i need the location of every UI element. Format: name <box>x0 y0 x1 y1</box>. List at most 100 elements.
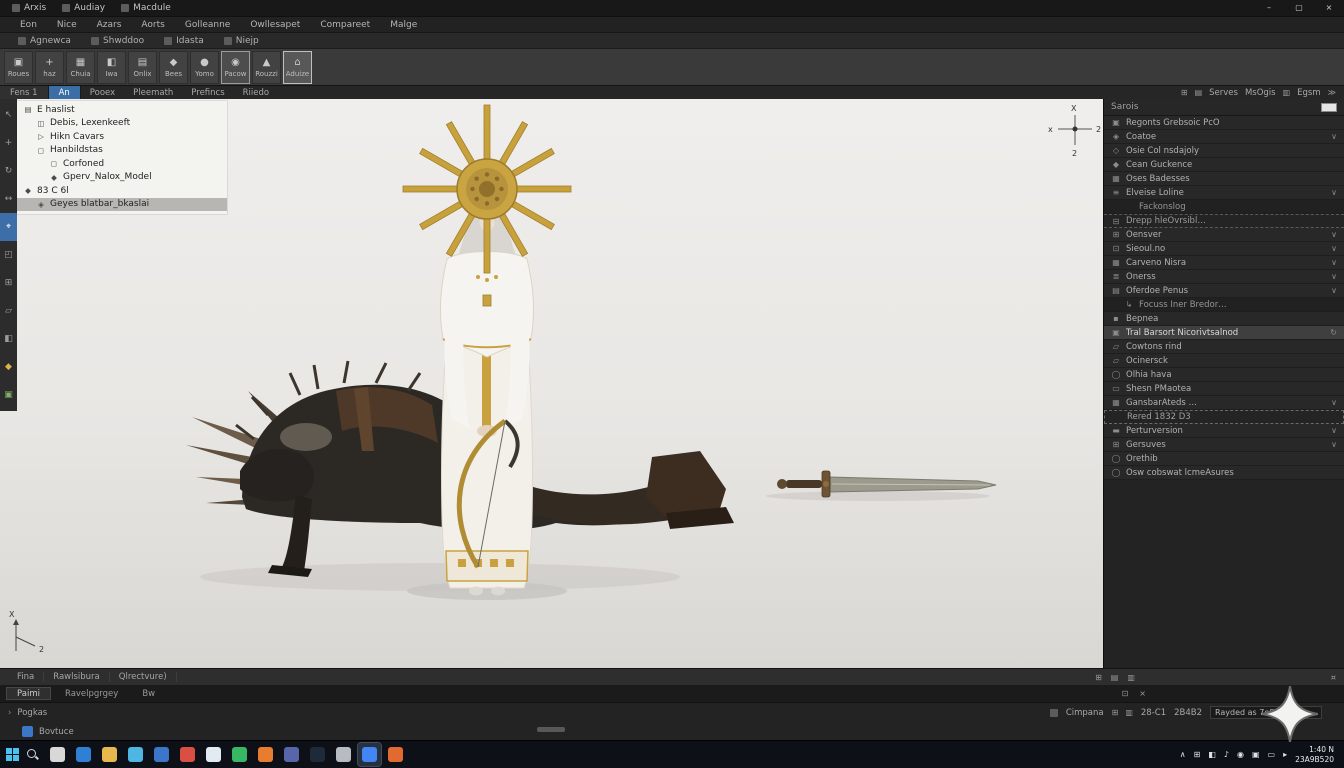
window-control-button[interactable]: × <box>1314 0 1344 16</box>
status-icon[interactable]: ⊞ <box>1095 673 1102 682</box>
viewport-header-control[interactable]: ⊞ <box>1181 88 1188 98</box>
taskbar-app-button[interactable] <box>306 743 329 766</box>
bottom-panel-icon[interactable]: ▥ <box>1125 708 1133 717</box>
menu-item[interactable]: Azars <box>87 20 132 30</box>
toolbar-button[interactable]: ● Yomo <box>190 51 219 84</box>
menu-item[interactable]: Nice <box>47 20 87 30</box>
menu-item[interactable]: Owllesapet <box>240 20 310 30</box>
inspector-row[interactable]: ▬ Perturversion ∨ <box>1104 424 1344 438</box>
tool-button[interactable]: ⌖ <box>0 213 17 241</box>
inspector-row[interactable]: ▦ Carveno Nisra ∨ <box>1104 256 1344 270</box>
tray-icon[interactable]: ▣ <box>1252 750 1260 759</box>
outliner-item[interactable]: ▷ Hikn Cavars <box>17 130 227 144</box>
bottom-panel-input[interactable] <box>1210 706 1322 719</box>
menu-item[interactable]: Idasta <box>154 36 214 46</box>
taskbar-app-button[interactable] <box>384 743 407 766</box>
tool-button[interactable]: ◧ <box>0 325 17 353</box>
chevron-down-icon[interactable]: ∨ <box>1331 132 1337 141</box>
viewport-header-control[interactable]: MsOgis <box>1245 88 1276 98</box>
titlebar-menu-item[interactable]: Audiay <box>54 0 113 16</box>
titlebar-menu-item[interactable]: Arxis <box>4 0 54 16</box>
viewport-tab[interactable]: Fens 1 <box>0 86 49 99</box>
tray-icon[interactable]: ▸ <box>1283 750 1287 759</box>
compare-label[interactable]: Cimpana <box>1066 708 1104 718</box>
toolbar-button[interactable]: ◧ Iwa <box>97 51 126 84</box>
inspector-row[interactable]: ▱ Ocinersck <box>1104 354 1344 368</box>
status-icon[interactable]: ▥ <box>1127 673 1135 682</box>
chevron-down-icon[interactable]: ∨ <box>1331 230 1337 239</box>
tool-button[interactable]: ◆ <box>0 353 17 381</box>
inspector-row[interactable]: ▣ Tral Barsort Nicorivtsalnod ↻ <box>1104 326 1344 340</box>
menu-item[interactable]: Malge <box>380 20 427 30</box>
chevron-down-icon[interactable]: ∨ <box>1331 398 1337 407</box>
outliner-item[interactable]: ◫ Debis, Lexenkeeft <box>17 117 227 131</box>
tray-icon[interactable]: ∧ <box>1180 750 1186 759</box>
inspector-row[interactable]: ▦ GansbarAteds … ∨ <box>1104 396 1344 410</box>
toolbar-button[interactable]: ▤ Onlix <box>128 51 157 84</box>
viewport-tab[interactable]: An <box>49 86 81 99</box>
chevron-down-icon[interactable]: ∨ <box>1331 440 1337 449</box>
inspector-row[interactable]: ≡ Elveise Loline ∨ <box>1104 186 1344 200</box>
toolbar-button[interactable]: ▲ Rouzzi <box>252 51 281 84</box>
chevron-down-icon[interactable]: ↻ <box>1330 328 1337 337</box>
chevron-down-icon[interactable]: ∨ <box>1331 258 1337 267</box>
tray-icon[interactable]: ◧ <box>1208 750 1216 759</box>
menu-item[interactable]: Golleanne <box>175 20 240 30</box>
sun-halo[interactable] <box>403 105 571 273</box>
taskbar-app-button[interactable] <box>150 743 173 766</box>
inspector-row[interactable]: ▣ Regonts Grebsoic PcO <box>1104 116 1344 130</box>
inspector-row[interactable]: ▦ Oses Badesses <box>1104 172 1344 186</box>
inspector-row[interactable]: ◈ Coatoe ∨ <box>1104 130 1344 144</box>
tool-button[interactable]: ▱ <box>0 297 17 325</box>
taskbar-app-button[interactable] <box>228 743 251 766</box>
horizontal-scrollbar[interactable] <box>537 727 565 732</box>
inspector-row[interactable]: ⊞ Gersuves ∨ <box>1104 438 1344 452</box>
menu-item[interactable]: Agnewca <box>8 36 81 46</box>
tray-icon[interactable]: ♪ <box>1224 750 1229 759</box>
tab-row-icon[interactable]: ⊡ <box>1122 689 1129 698</box>
inspector-row[interactable]: ◯ Olhia hava <box>1104 368 1344 382</box>
inspector-row[interactable]: ⊟ Drepp hleOvrsibl… <box>1104 214 1344 228</box>
tool-button[interactable]: ▣ <box>0 381 17 409</box>
outliner-item[interactable]: ◆ Gperv_Nalox_Model <box>17 171 227 185</box>
viewport-menu-item[interactable]: Prefincs <box>182 88 233 98</box>
inspector-search-input[interactable] <box>1321 103 1337 112</box>
status-far-icon[interactable]: ¤ <box>1331 673 1336 682</box>
axis-gizmo-top-right[interactable]: X x 2 2 <box>1048 104 1101 158</box>
asset-item-label[interactable]: Bovtuce <box>39 727 74 737</box>
inspector-row[interactable]: ↳ Focuss Iner Bredor… <box>1104 298 1344 312</box>
viewport-header-control[interactable]: Serves <box>1209 88 1238 98</box>
status-item[interactable]: Qlrectvure) <box>110 672 177 682</box>
outliner-item[interactable]: ◈ Geyes blatbar_bkaslai <box>17 198 227 212</box>
toolbar-button[interactable]: ◆ Bees <box>159 51 188 84</box>
inspector-row[interactable]: ≣ Onerss ∨ <box>1104 270 1344 284</box>
inspector-row[interactable]: ⊞ Oensver ∨ <box>1104 228 1344 242</box>
inspector-row[interactable]: ◆ Cean Guckence <box>1104 158 1344 172</box>
menu-item[interactable]: Eon <box>10 20 47 30</box>
status-item[interactable]: Rawlsibura <box>44 672 110 682</box>
bottom-panel-icon[interactable]: ⊞ <box>1112 708 1119 717</box>
bottom-tab[interactable]: Bw <box>132 687 165 700</box>
chevron-right-icon[interactable]: › <box>8 708 11 718</box>
inspector-row[interactable]: ▪ Bepnea <box>1104 312 1344 326</box>
outliner-item[interactable]: ◻ Corfoned <box>17 157 227 171</box>
taskbar-app-button[interactable] <box>280 743 303 766</box>
toolbar-button[interactable]: ⌂ Aduize <box>283 51 312 84</box>
status-icon[interactable]: ▤ <box>1111 673 1119 682</box>
tool-button[interactable]: ◰ <box>0 241 17 269</box>
search-icon[interactable] <box>26 748 39 761</box>
bottom-tab[interactable]: Ravelpgrgey <box>55 687 128 700</box>
inspector-row[interactable]: ▱ Cowtons rind <box>1104 340 1344 354</box>
inspector-row[interactable]: ◯ Osw cobswat lcmeAsures <box>1104 466 1344 480</box>
viewport-menu-item[interactable]: Riiedo <box>234 88 278 98</box>
chevron-down-icon[interactable]: ∨ <box>1331 426 1337 435</box>
outliner-item[interactable]: ◆ 83 C 6l <box>17 184 227 198</box>
chevron-down-icon[interactable]: ∨ <box>1331 286 1337 295</box>
chevron-down-icon[interactable]: ∨ <box>1331 188 1337 197</box>
viewport-header-control[interactable]: ▥ <box>1283 88 1291 98</box>
bottom-tab[interactable]: Paimi <box>6 687 51 700</box>
taskbar-app-button[interactable] <box>124 743 147 766</box>
taskbar-app-button[interactable] <box>46 743 69 766</box>
menu-item[interactable]: Aorts <box>131 20 174 30</box>
taskbar-app-button[interactable] <box>254 743 277 766</box>
